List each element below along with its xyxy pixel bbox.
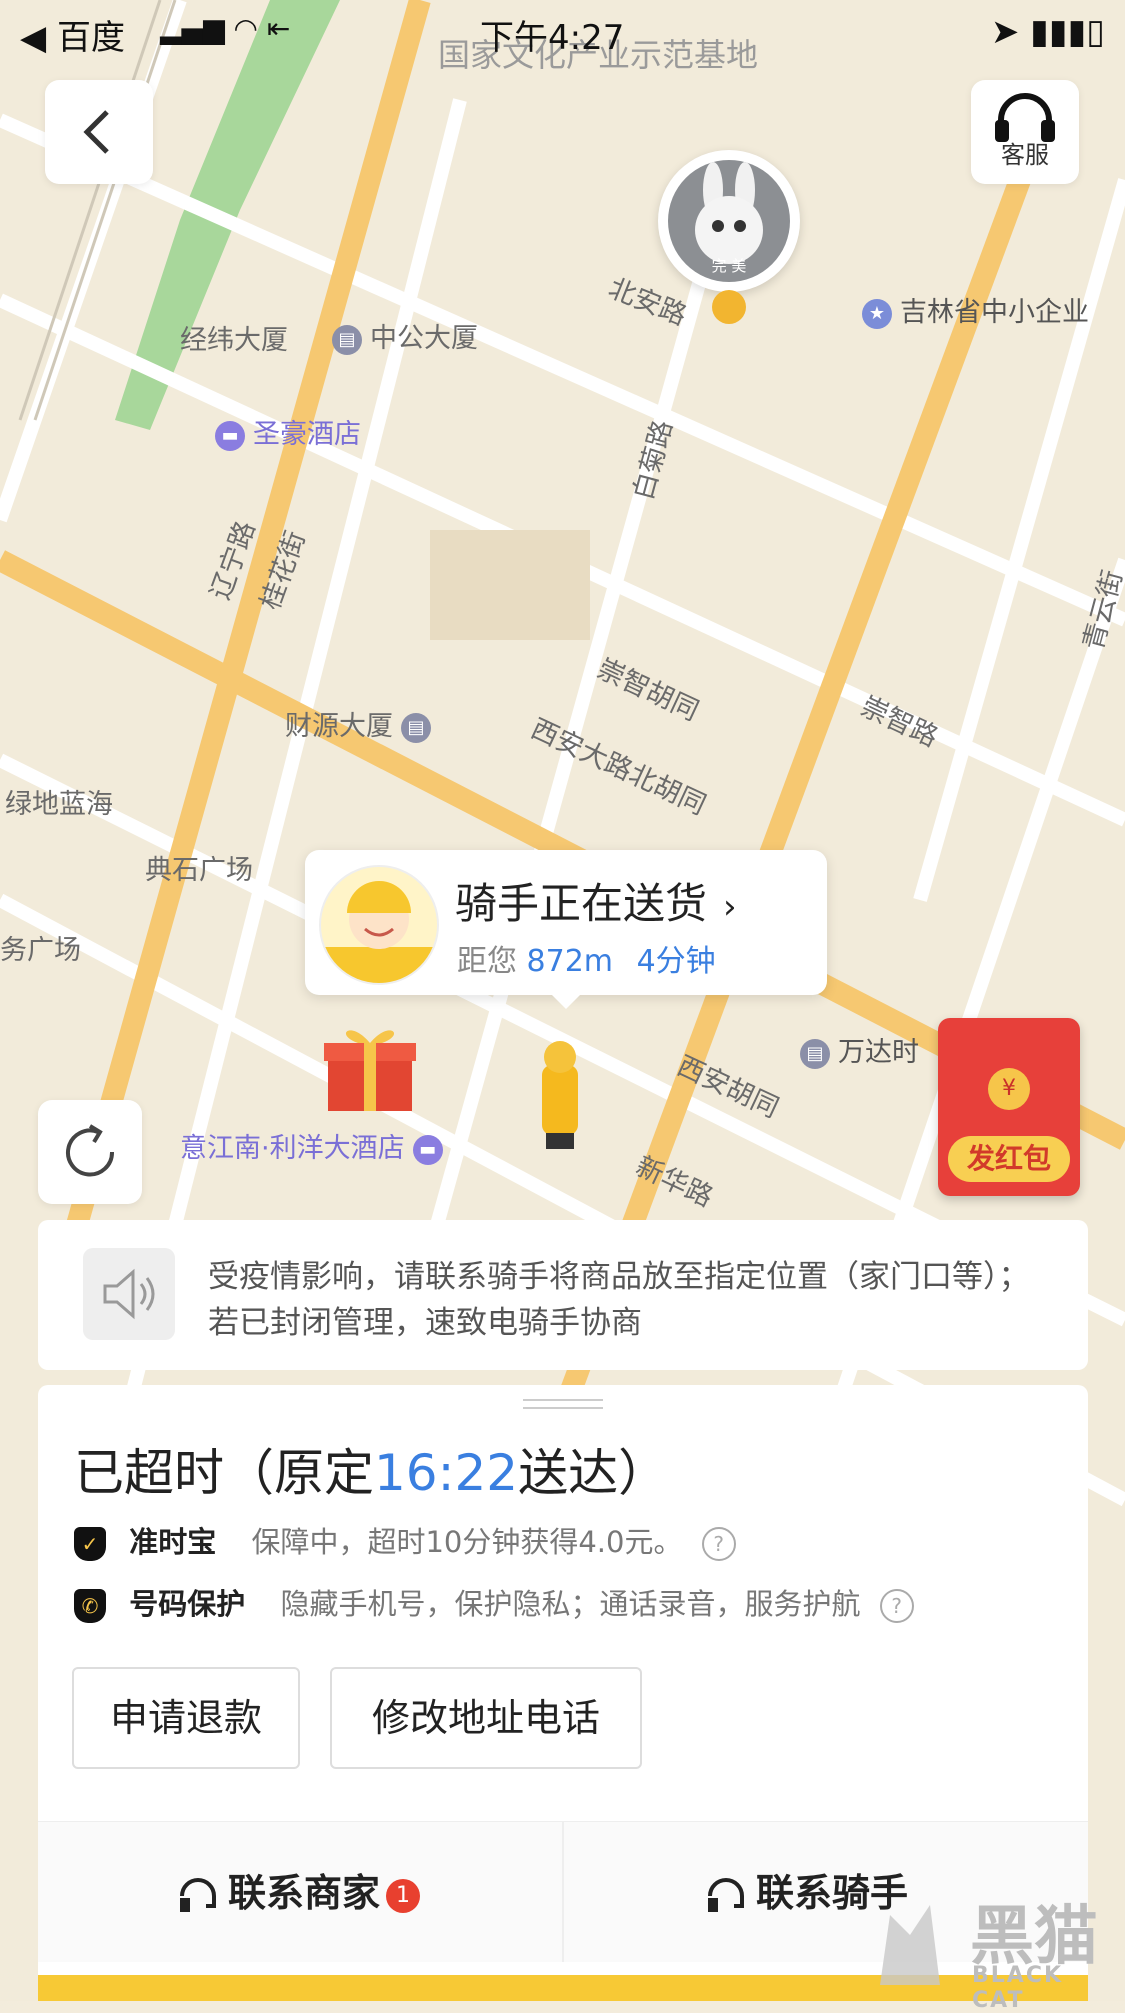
- gift-box-icon[interactable]: [320, 1015, 420, 1115]
- modify-address-button[interactable]: 修改地址电话: [330, 1667, 642, 1769]
- avatar: 完 美: [668, 160, 790, 282]
- help-icon[interactable]: ?: [701, 1527, 736, 1561]
- avatar-tag: 完 美: [711, 257, 747, 275]
- unread-badge: 1: [386, 1878, 421, 1913]
- delivery-status: 已超时（原定16:22送达）: [74, 1444, 669, 1502]
- building-icon: ▤: [800, 1038, 830, 1069]
- drag-handle[interactable]: [523, 1399, 603, 1409]
- customer-service-button[interactable]: 客服: [971, 80, 1079, 184]
- notice-text: 受疫情影响，请联系骑手将商品放至指定位置（家门口等）；若已封闭管理，速致电骑手协…: [208, 1259, 1030, 1341]
- rider-scooter-icon: [530, 1035, 590, 1155]
- signal-icon: ▂▄▆ ◠ ⇤: [160, 12, 291, 45]
- coin-icon: ¥: [988, 1068, 1030, 1110]
- red-packet-button[interactable]: ¥ 发红包: [938, 1018, 1080, 1196]
- back-to-app[interactable]: ◀ 百度: [20, 10, 125, 59]
- status-bar: ◀ 百度 ▂▄▆ ◠ ⇤ 下午4:27 ➤ ▮▮▮▯: [0, 0, 1125, 60]
- contact-merchant-button[interactable]: 联系商家 1: [176, 1862, 421, 1917]
- map-label: 务广场: [0, 935, 81, 966]
- red-packet-label: 发红包: [948, 1136, 1070, 1182]
- destination-marker-icon: [712, 290, 746, 324]
- customer-service-label: 客服: [1001, 141, 1049, 169]
- clock: 下午4:27: [480, 18, 625, 58]
- chevron-right-icon: ›: [723, 887, 737, 927]
- map-label: ▤ 万达时: [800, 1030, 919, 1069]
- chat-icon: [708, 1877, 744, 1912]
- number-protection-row[interactable]: ✆ 号码保护 隐藏手机号，保护隐私；通话录音，服务护航 ?: [74, 1581, 914, 1623]
- chat-icon: [180, 1877, 216, 1912]
- map-label: 绿地蓝海: [5, 789, 113, 820]
- map-label: 经纬大厦: [180, 325, 288, 356]
- rider-face-icon: [321, 881, 437, 983]
- map-label: 典石广场: [145, 855, 253, 886]
- back-button[interactable]: [45, 80, 153, 184]
- refresh-button[interactable]: [38, 1100, 142, 1204]
- help-icon[interactable]: ?: [879, 1589, 914, 1623]
- map-label: ▤ 中公大厦: [332, 316, 478, 355]
- shield-check-icon: ✓: [74, 1527, 106, 1561]
- refund-button[interactable]: 申请退款: [72, 1667, 300, 1769]
- rider-avatar: [319, 865, 439, 985]
- map-label: 财源大厦 ▤: [285, 704, 439, 743]
- rider-status-title: 骑手正在送货 ›: [455, 879, 737, 928]
- watermark-logo: 黑猫 BLACK CAT: [860, 1885, 1120, 2013]
- epidemic-notice: 受疫情影响，请联系骑手将商品放至指定位置（家门口等）；若已封闭管理，速致电骑手协…: [38, 1220, 1088, 1370]
- speaker-icon: [83, 1248, 175, 1340]
- building-icon: ▤: [401, 712, 431, 743]
- building-icon: ▤: [332, 324, 362, 355]
- star-icon: ★: [862, 298, 892, 329]
- map-label-hotel: ▬ 圣豪酒店: [215, 412, 361, 451]
- map-label: ★ 吉林省中小企业: [862, 290, 1089, 329]
- divider: [562, 1822, 564, 1962]
- hotel-icon: ▬: [412, 1134, 443, 1165]
- phone-shield-icon: ✆: [74, 1589, 106, 1623]
- battery-icon: ➤ ▮▮▮▯: [990, 12, 1105, 52]
- map-label-hotel: 意江南·利洋大酒店 ▬: [180, 1126, 451, 1165]
- hotel-icon: ▬: [215, 420, 245, 451]
- rider-status-card[interactable]: 骑手正在送货 › 距您 872m 4分钟: [305, 850, 827, 1009]
- ontime-guarantee-row[interactable]: ✓ 准时宝 保障中，超时10分钟获得4.0元。 ?: [74, 1519, 736, 1561]
- refresh-icon: [66, 1124, 115, 1177]
- chevron-left-icon: [83, 110, 109, 154]
- rider-distance-line: 距您 872m 4分钟: [457, 944, 716, 979]
- destination-avatar-pin[interactable]: 完 美: [658, 150, 800, 292]
- cat-logo-icon: [880, 1905, 940, 1985]
